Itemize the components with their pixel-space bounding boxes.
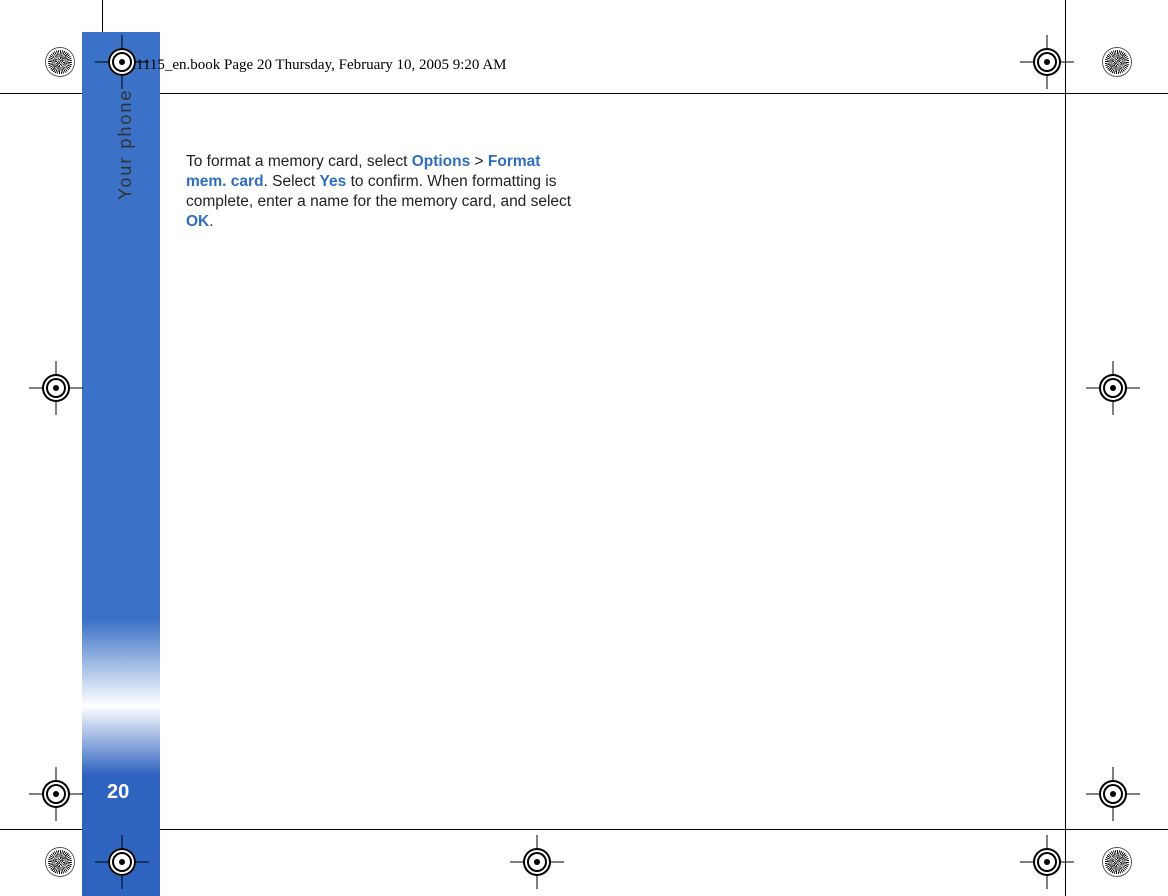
body-sep-1: > bbox=[470, 153, 488, 170]
registration-mark-icon bbox=[1095, 370, 1131, 406]
registration-mark-icon bbox=[1029, 844, 1065, 880]
document-header: R1115_en.book Page 20 Thursday, February… bbox=[126, 57, 507, 74]
crop-line-bottom bbox=[0, 829, 1168, 830]
body-paragraph: To format a memory card, select Options … bbox=[186, 152, 576, 233]
color-wheel-icon bbox=[1103, 48, 1131, 76]
registration-mark-icon bbox=[1029, 44, 1065, 80]
page-number: 20 bbox=[107, 781, 129, 804]
registration-mark-icon bbox=[1095, 776, 1131, 812]
crop-line-right bbox=[1065, 0, 1066, 896]
crop-line-top bbox=[0, 93, 1168, 94]
registration-mark-icon bbox=[104, 44, 140, 80]
registration-mark-icon bbox=[519, 844, 555, 880]
ui-label-ok: OK bbox=[186, 213, 209, 230]
color-wheel-icon bbox=[46, 48, 74, 76]
body-text-1: To format a memory card, select bbox=[186, 153, 412, 170]
color-wheel-icon bbox=[46, 848, 74, 876]
body-text-4: . bbox=[209, 213, 213, 230]
ui-label-yes: Yes bbox=[320, 173, 347, 190]
ui-label-options: Options bbox=[412, 153, 471, 170]
color-wheel-icon bbox=[1103, 848, 1131, 876]
registration-mark-icon bbox=[104, 844, 140, 880]
section-label: Your phone bbox=[115, 89, 136, 200]
registration-mark-icon bbox=[38, 776, 74, 812]
body-text-2: . Select bbox=[264, 173, 320, 190]
registration-mark-icon bbox=[38, 370, 74, 406]
